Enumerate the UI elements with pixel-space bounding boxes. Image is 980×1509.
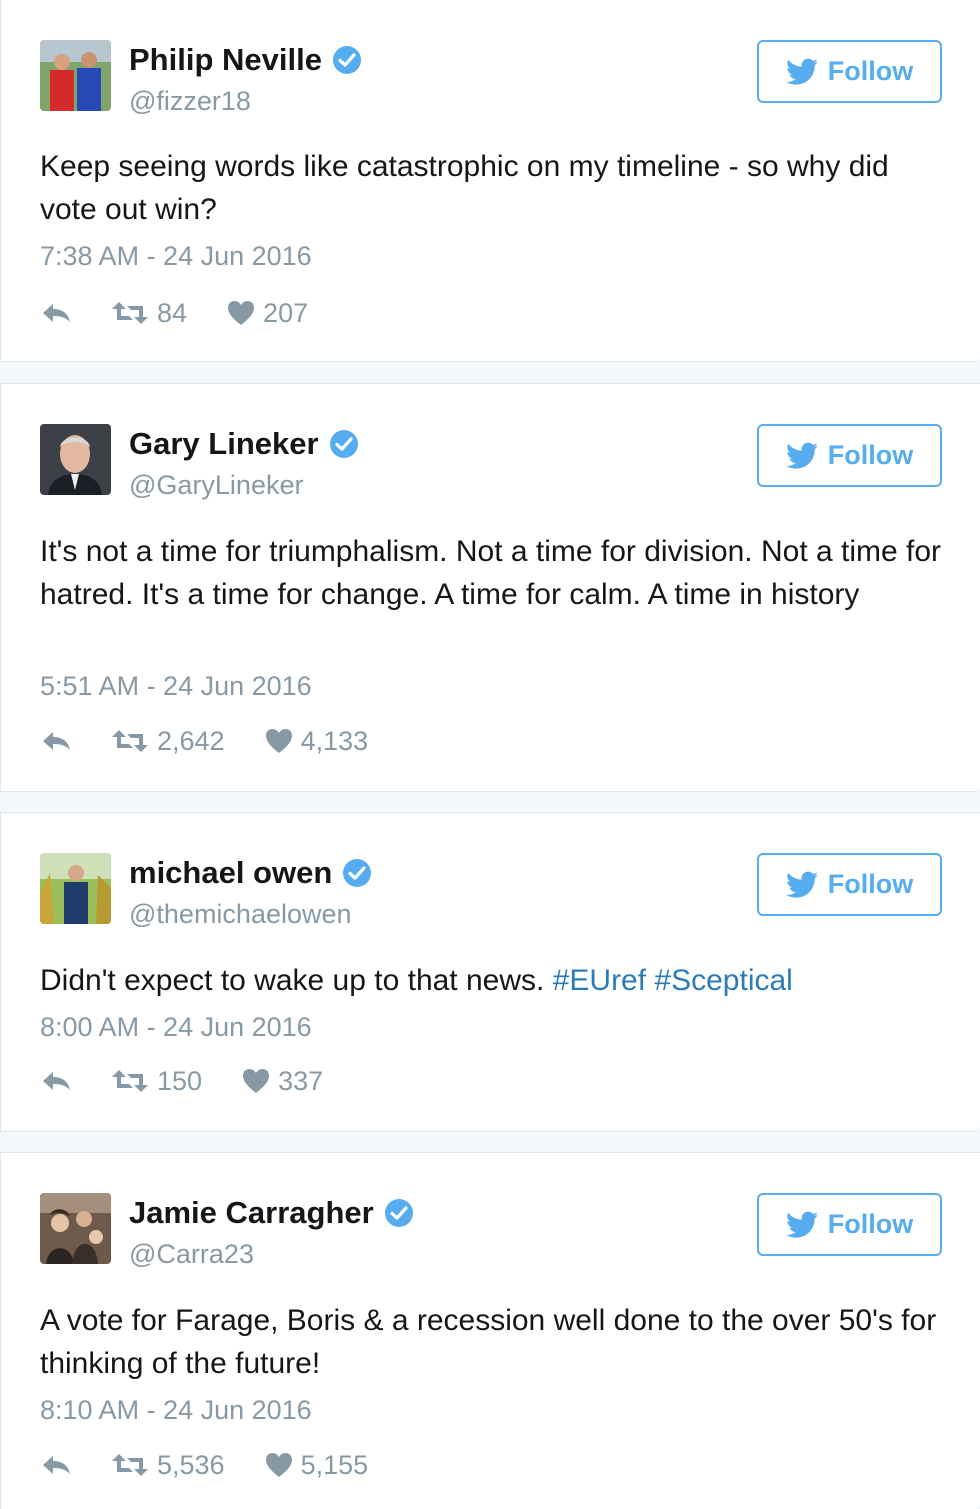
tweet-card: Philip Neville @fizzer18 Follow Keep see… (0, 0, 980, 362)
twitter-bird-icon (785, 871, 818, 899)
user-name-row: michael owen (129, 855, 372, 891)
retweet-count: 150 (157, 1065, 203, 1096)
twitter-bird-icon (785, 442, 818, 470)
like-button[interactable]: 207 (227, 298, 308, 329)
retweet-count: 5,536 (157, 1449, 225, 1480)
user-name-row: Gary Lineker (129, 426, 359, 462)
display-name[interactable]: Philip Neville (129, 42, 322, 78)
follow-button-label: Follow (827, 869, 914, 899)
tweet-text: Didn't expect to wake up to that news. #… (40, 959, 950, 1002)
tweet-card: Gary Lineker @GaryLineker Follow It's no… (0, 383, 980, 792)
like-count: 5,155 (300, 1449, 369, 1480)
user-handle[interactable]: @GaryLineker (129, 468, 303, 502)
user-handle[interactable]: @fizzer18 (129, 84, 251, 118)
follow-button[interactable]: Follow (757, 853, 942, 916)
user-handle[interactable]: @themichaelowen (129, 897, 352, 931)
tweet-actions: 5,536 5,155 (40, 1448, 368, 1482)
tweet-timestamp[interactable]: 7:38 AM - 24 Jun 2016 (40, 239, 312, 273)
heart-icon (265, 1453, 292, 1477)
twitter-bird-icon (785, 1211, 818, 1239)
reply-icon (43, 304, 70, 322)
hashtag-link[interactable]: #EUref (553, 964, 646, 997)
follow-button-label: Follow (827, 440, 914, 470)
user-name-row: Philip Neville (129, 42, 362, 78)
retweet-button[interactable]: 84 (111, 298, 187, 329)
tweet-actions: 150 337 (40, 1064, 323, 1098)
retweet-button[interactable]: 150 (111, 1066, 202, 1097)
retweet-icon (112, 302, 148, 324)
like-button[interactable]: 5,155 (265, 1449, 369, 1481)
like-count: 207 (263, 297, 309, 328)
like-count: 337 (278, 1065, 324, 1096)
retweet-icon (112, 1070, 148, 1092)
reply-icon (43, 1456, 70, 1474)
reply-button[interactable] (40, 300, 111, 326)
tweet-text: A vote for Farage, Boris & a recession w… (40, 1304, 937, 1380)
retweet-button[interactable]: 2,642 (111, 726, 225, 757)
user-handle[interactable]: @Carra23 (129, 1237, 254, 1271)
verified-badge-icon (329, 429, 359, 459)
display-name[interactable]: michael owen (129, 855, 332, 891)
follow-button-label: Follow (827, 1209, 914, 1239)
avatar[interactable] (40, 1193, 111, 1264)
twitter-bird-icon (785, 58, 818, 86)
reply-button[interactable] (40, 1068, 111, 1094)
reply-icon (43, 1072, 70, 1090)
reply-button[interactable] (40, 728, 111, 754)
verified-badge-icon (384, 1198, 414, 1228)
like-button[interactable]: 337 (242, 1066, 323, 1097)
tweet-text: Keep seeing words like catastrophic on m… (40, 150, 889, 226)
verified-badge-icon (332, 45, 362, 75)
hashtag-link[interactable]: #Sceptical (654, 964, 792, 997)
tweet-card: michael owen @themichaelowen Follow Didn… (0, 812, 980, 1132)
reply-button[interactable] (40, 1452, 111, 1478)
tweet-feed: Philip Neville @fizzer18 Follow Keep see… (0, 0, 980, 1509)
tweet-actions: 84 207 (40, 296, 308, 330)
retweet-button[interactable]: 5,536 (111, 1450, 225, 1481)
tweet-actions: 2,642 4,133 (40, 724, 368, 758)
follow-button[interactable]: Follow (757, 40, 942, 103)
like-count: 4,133 (300, 725, 369, 756)
display-name[interactable]: Gary Lineker (129, 426, 319, 462)
tweet-timestamp[interactable]: 8:00 AM - 24 Jun 2016 (40, 1010, 312, 1044)
tweet-text-body: Didn't expect to wake up to that news. (40, 964, 545, 997)
display-name[interactable]: Jamie Carragher (129, 1195, 374, 1231)
tweet-card: Jamie Carragher @Carra23 Follow A vote f… (0, 1152, 980, 1509)
user-name-row: Jamie Carragher (129, 1195, 414, 1231)
retweet-count: 84 (157, 297, 188, 328)
tweet-timestamp[interactable]: 5:51 AM - 24 Jun 2016 (40, 669, 312, 703)
heart-icon (243, 1069, 270, 1093)
retweet-count: 2,642 (157, 725, 225, 756)
follow-button[interactable]: Follow (757, 424, 942, 487)
heart-icon (265, 729, 292, 753)
retweet-icon (112, 1454, 148, 1476)
tweet-text: It's not a time for triumphalism. Not a … (40, 535, 942, 611)
like-button[interactable]: 4,133 (265, 725, 369, 757)
avatar[interactable] (40, 424, 111, 495)
avatar[interactable] (40, 40, 111, 111)
heart-icon (228, 301, 255, 325)
tweet-timestamp[interactable]: 8:10 AM - 24 Jun 2016 (40, 1393, 312, 1427)
reply-icon (43, 732, 70, 750)
verified-badge-icon (342, 858, 372, 888)
avatar[interactable] (40, 853, 111, 924)
follow-button[interactable]: Follow (757, 1193, 942, 1256)
follow-button-label: Follow (827, 56, 914, 86)
retweet-icon (112, 730, 148, 752)
